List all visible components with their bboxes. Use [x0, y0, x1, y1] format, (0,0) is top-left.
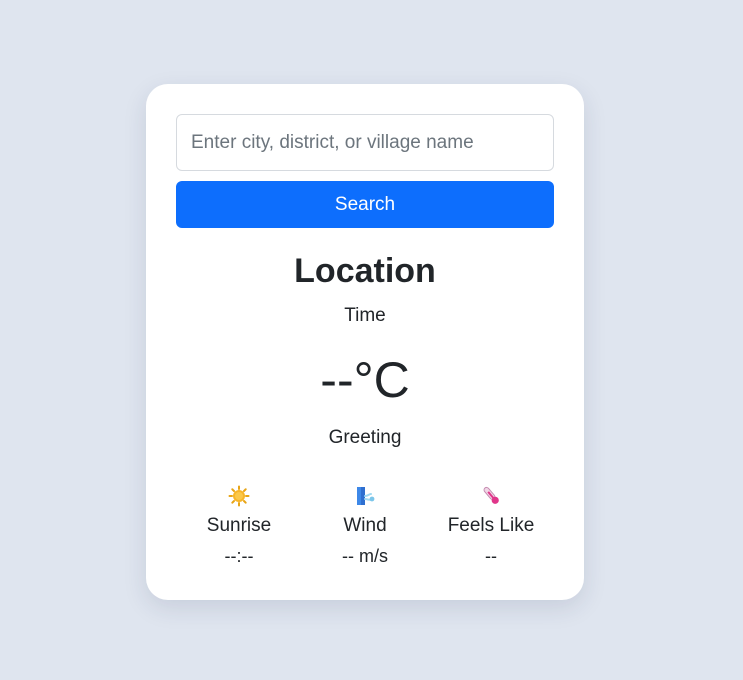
stat-sunrise: Sunrise --:--: [176, 482, 302, 568]
stat-value: -- m/s: [342, 546, 388, 566]
search-input[interactable]: [176, 114, 554, 171]
stat-label: Feels Like: [447, 515, 535, 536]
search-button[interactable]: Search: [176, 181, 554, 228]
stat-feels-like: Feels Like --: [428, 482, 554, 568]
weather-stats: Sunrise --:-- Wind -- m/s Feels Like --: [176, 482, 554, 568]
stat-label: Wind: [343, 515, 387, 536]
stat-wind: Wind -- m/s: [302, 482, 428, 568]
greeting: Greeting: [328, 427, 402, 448]
stat-value: --: [485, 546, 497, 566]
stat-label: Sunrise: [206, 515, 272, 536]
thermometer-icon: [428, 482, 554, 508]
sunrise-icon: [176, 482, 302, 508]
weather-card: Search Location Time --°C Greeting: [146, 84, 584, 600]
temperature: --°C: [320, 352, 410, 408]
stat-value: --:--: [224, 546, 254, 566]
location-title: Location: [294, 252, 436, 290]
local-time: Time: [344, 305, 386, 326]
wind-icon: [302, 482, 428, 508]
